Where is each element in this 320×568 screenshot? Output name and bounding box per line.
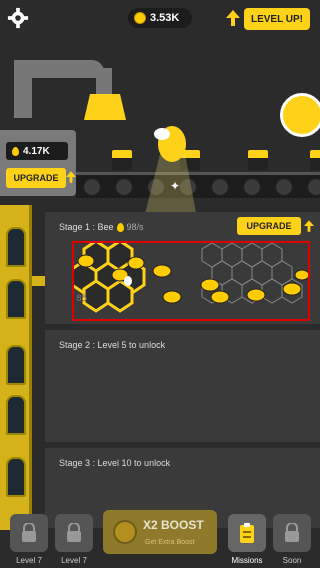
stage-1-label: Stage 1 : Bee 98/s <box>59 222 144 232</box>
stage-1-upgrade-button[interactable]: UPGRADE <box>237 217 301 235</box>
up-arrow-icon <box>304 220 314 232</box>
coin-counter: 3.53K <box>128 8 192 28</box>
locked-button-3[interactable] <box>273 514 311 552</box>
up-arrow-icon <box>226 10 240 26</box>
honey-jar <box>248 150 268 170</box>
bottom-bar: Level 7 Level 7 X2 BOOST Get Extra Boost… <box>0 510 320 568</box>
locked-button-2[interactable] <box>55 514 93 552</box>
stage-3-label: Stage 3 : Level 10 to unlock <box>59 458 171 468</box>
pipe <box>14 60 104 78</box>
honey-dispenser <box>84 94 126 120</box>
pipe <box>96 68 112 96</box>
locked-button-2-label: Level 7 <box>61 556 87 565</box>
stage-2-label: Stage 2 : Level 5 to unlock <box>59 340 166 350</box>
coin-value: 3.53K <box>150 12 180 24</box>
hive-tower <box>0 205 32 530</box>
storage-panel: 4.17K UPGRADE <box>0 130 76 196</box>
top-bar: 3.53K LEVEL UP! <box>0 0 320 38</box>
up-arrow-icon <box>66 171 76 183</box>
lock-icon <box>22 523 36 542</box>
missions-label: Missions <box>231 556 263 565</box>
lock-icon <box>67 523 81 542</box>
honey-drop-icon <box>116 222 124 232</box>
highlight-box <box>72 241 310 321</box>
svg-text:✦: ✦ <box>170 179 180 193</box>
stage-2-panel: Stage 2 : Level 5 to unlock <box>45 330 320 442</box>
gear-icon[interactable] <box>7 7 29 29</box>
boost-title: X2 BOOST <box>143 518 204 532</box>
level-up-button[interactable]: LEVEL UP! <box>244 8 310 30</box>
locked-button-1[interactable] <box>10 514 48 552</box>
honey-jar <box>310 150 320 170</box>
honey-drop-icon <box>12 146 19 156</box>
clipboard-icon <box>240 523 254 543</box>
honey-jar <box>112 150 132 170</box>
storage-value: 4.17K <box>6 142 68 160</box>
x2-boost-button[interactable]: X2 BOOST Get Extra Boost <box>103 510 217 554</box>
storage-upgrade-button[interactable]: UPGRADE <box>6 168 66 188</box>
coin-icon <box>134 12 146 24</box>
boost-icon <box>113 520 137 544</box>
missions-button[interactable] <box>228 514 266 552</box>
locked-button-1-label: Level 7 <box>16 556 42 565</box>
lock-icon <box>285 523 299 542</box>
soon-label: Soon <box>282 556 302 565</box>
boost-subtitle: Get Extra Boost <box>145 539 195 546</box>
honey-drop-icon[interactable] <box>280 93 320 137</box>
